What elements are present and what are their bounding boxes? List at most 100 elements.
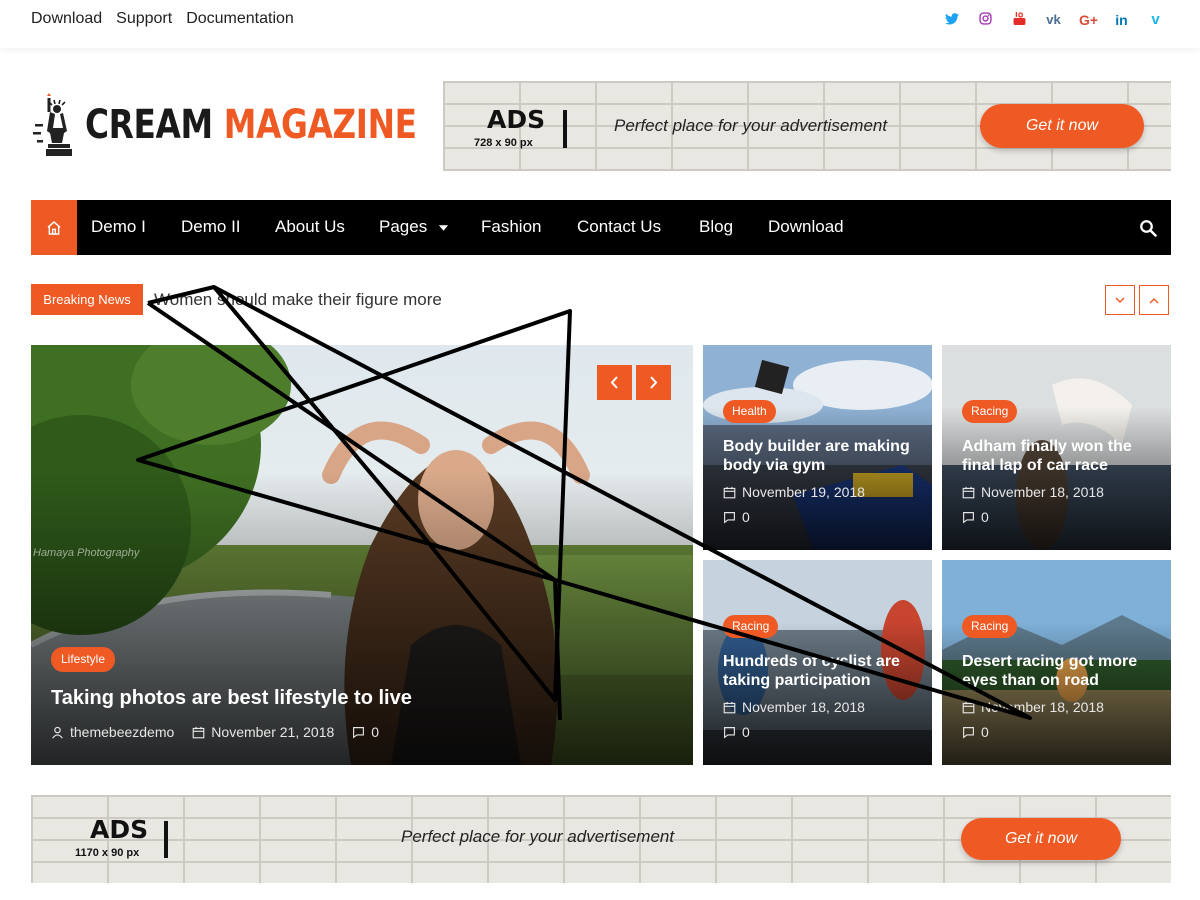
- comment-icon: [724, 511, 735, 524]
- featured-post-meta: themebeezdemo November 21, 2018 0: [51, 724, 379, 740]
- nav-item-demo-i[interactable]: Demo I: [91, 217, 146, 237]
- top-bar: Download Support Documentation vk G+ in …: [0, 0, 1200, 48]
- post-card[interactable]: Racing Desert racing got more eyes than …: [942, 560, 1171, 765]
- post-meta-date: November 19, 2018: [723, 484, 865, 500]
- post-title[interactable]: Body builder are making body via gym: [723, 437, 923, 475]
- post-meta-comments: 0: [962, 509, 989, 525]
- breaking-news-headline[interactable]: Women should make their figure more: [154, 290, 442, 310]
- post-title[interactable]: Hundreds of cyclist are taking participa…: [723, 652, 923, 690]
- author-name[interactable]: themebeezdemo: [70, 724, 174, 740]
- post-card[interactable]: Racing Hundreds of cyclist are taking pa…: [703, 560, 932, 765]
- post-card[interactable]: Racing Adham finally won the final lap o…: [942, 345, 1171, 550]
- ad-get-it-now-button[interactable]: Get it now: [961, 818, 1121, 860]
- top-link-download[interactable]: Download: [31, 10, 102, 28]
- ad-size: 1170 x 90 px: [75, 847, 140, 859]
- post-date: November 19, 2018: [742, 484, 865, 500]
- post-meta-comments: 0: [962, 724, 989, 740]
- footer-ad-banner[interactable]: ADS 1170 x 90 px Perfect place for your …: [31, 795, 1171, 883]
- comment-count: 0: [742, 509, 750, 525]
- comment-icon: [353, 726, 365, 739]
- card-shade: [703, 406, 932, 550]
- slider-prev-button[interactable]: [597, 365, 632, 400]
- featured-post-card[interactable]: Hamaya Photography Lifestyle Taking phot…: [31, 345, 693, 765]
- post-date: November 18, 2018: [742, 699, 865, 715]
- chevron-up-icon: [1149, 297, 1159, 303]
- ad-size: 728 x 90 px: [474, 137, 533, 149]
- nav-home-button[interactable]: [31, 200, 77, 255]
- calendar-icon: [962, 701, 975, 713]
- post-meta-comments: 0: [723, 724, 750, 740]
- nav-item-download[interactable]: Download: [768, 217, 844, 237]
- search-icon[interactable]: [1139, 219, 1157, 237]
- statue-of-liberty-icon: [33, 93, 72, 156]
- calendar-icon: [192, 726, 205, 738]
- category-badge[interactable]: Racing: [962, 615, 1018, 638]
- post-meta-date: November 18, 2018: [962, 484, 1104, 500]
- calendar-icon: [962, 486, 975, 498]
- nav-item-fashion[interactable]: Fashion: [481, 217, 541, 237]
- nav-item-about-us[interactable]: About Us: [275, 217, 345, 237]
- card-shade: [703, 621, 932, 765]
- comment-icon: [963, 511, 974, 524]
- comment-count: 0: [981, 724, 989, 740]
- post-date: November 21, 2018: [211, 724, 335, 740]
- breaking-news-down-button[interactable]: [1105, 285, 1135, 315]
- ad-divider: [164, 821, 168, 858]
- header-ad-banner[interactable]: ADS 728 x 90 px Perfect place for your a…: [443, 81, 1171, 171]
- featured-post-title[interactable]: Taking photos are best lifestyle to live: [51, 686, 412, 710]
- post-card[interactable]: Health Body builder are making body via …: [703, 345, 932, 550]
- ad-divider: [563, 110, 567, 148]
- logo-text-cream: CREAM: [85, 102, 213, 148]
- youtube-icon[interactable]: [1011, 11, 1028, 30]
- user-icon: [52, 726, 63, 739]
- twitter-icon[interactable]: [943, 11, 960, 30]
- instagram-icon[interactable]: [977, 11, 994, 30]
- ad-tagline: Perfect place for your advertisement: [614, 116, 888, 135]
- calendar-icon: [723, 701, 736, 713]
- caret-down-icon: [438, 224, 449, 231]
- site-logo[interactable]: CREAM MAGAZINE: [33, 92, 489, 158]
- logo-text-magazine: MAGAZINE: [223, 102, 417, 148]
- main-navigation: Demo I Demo II About Us Pages Fashion Co…: [31, 200, 1171, 255]
- category-badge[interactable]: Health: [723, 400, 776, 423]
- ad-title: ADS: [487, 105, 546, 134]
- ad-tagline: Perfect place for your advertisement: [401, 827, 675, 846]
- nav-item-blog[interactable]: Blog: [699, 217, 733, 237]
- breaking-news-up-button[interactable]: [1139, 285, 1169, 315]
- category-badge[interactable]: Lifestyle: [51, 647, 116, 672]
- comment-count: 0: [981, 509, 989, 525]
- nav-item-pages-label: Pages: [379, 217, 428, 236]
- slider-next-button[interactable]: [636, 365, 671, 400]
- nav-item-contact-us[interactable]: Contact Us: [577, 217, 661, 237]
- photo-watermark: Hamaya Photography: [33, 547, 140, 559]
- top-link-support[interactable]: Support: [116, 10, 172, 28]
- category-badge[interactable]: Racing: [962, 400, 1018, 423]
- post-meta-date: November 18, 2018: [962, 699, 1104, 715]
- chevron-down-icon: [1115, 297, 1125, 303]
- comment-icon: [724, 726, 735, 739]
- comment-count: 0: [371, 724, 380, 740]
- post-date: November 18, 2018: [981, 484, 1104, 500]
- vimeo-icon[interactable]: v: [1147, 11, 1164, 30]
- card-shade: [942, 621, 1171, 765]
- post-title[interactable]: Desert racing got more eyes than on road: [962, 652, 1162, 690]
- google-plus-icon[interactable]: G+: [1079, 11, 1098, 30]
- card-shade: [942, 406, 1171, 550]
- post-title[interactable]: Adham finally won the final lap of car r…: [962, 437, 1162, 475]
- chevron-right-icon: [650, 376, 658, 389]
- chevron-left-icon: [610, 376, 618, 389]
- ad-title: ADS: [90, 815, 149, 844]
- category-badge[interactable]: Racing: [723, 615, 779, 638]
- linkedin-icon[interactable]: in: [1113, 11, 1130, 30]
- calendar-icon: [723, 486, 736, 498]
- top-link-documentation[interactable]: Documentation: [186, 10, 294, 28]
- nav-item-demo-ii[interactable]: Demo II: [181, 217, 241, 237]
- post-date: November 18, 2018: [981, 699, 1104, 715]
- vk-icon[interactable]: vk: [1045, 11, 1062, 30]
- breaking-news-label: Breaking News: [31, 284, 143, 315]
- featured-shade: [31, 471, 693, 765]
- nav-item-pages[interactable]: Pages: [379, 217, 449, 237]
- logo-wordmark: CREAM MAGAZINE: [85, 102, 417, 148]
- ad-get-it-now-button[interactable]: Get it now: [980, 104, 1144, 148]
- top-links: Download Support Documentation: [31, 10, 294, 28]
